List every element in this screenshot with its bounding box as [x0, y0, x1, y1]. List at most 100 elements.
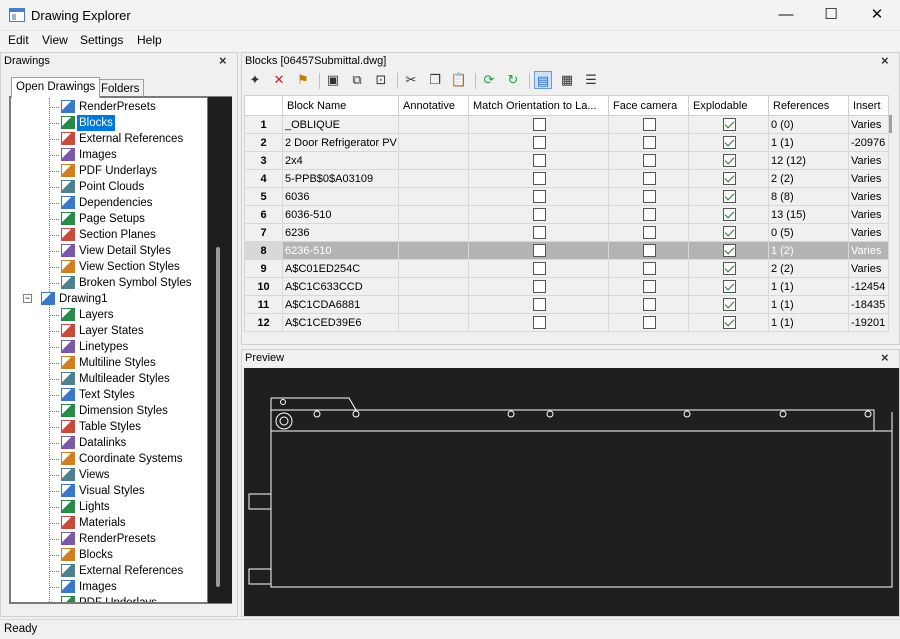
row-number[interactable]: 2: [244, 133, 283, 152]
explodable-checkbox[interactable]: [723, 190, 736, 203]
references-cell[interactable]: 2 (2): [768, 169, 849, 188]
column-header[interactable]: Annotative: [398, 95, 469, 116]
match-orientation-checkbox[interactable]: [533, 244, 546, 257]
table-row[interactable]: 9 A$C01ED254C 2 (2) Varies: [244, 259, 889, 278]
column-header[interactable]: Block Name: [282, 95, 399, 116]
face-camera-cell[interactable]: [608, 205, 689, 224]
row-number[interactable]: 11: [244, 295, 283, 314]
table-row[interactable]: 3 2x4 12 (12) Varies: [244, 151, 889, 170]
annotative-cell[interactable]: [398, 115, 469, 134]
refresh-icon[interactable]: ⟳: [480, 71, 498, 89]
explodable-checkbox[interactable]: [723, 280, 736, 293]
row-number[interactable]: 12: [244, 313, 283, 332]
insert-cell[interactable]: -20976: [848, 133, 889, 152]
table-row[interactable]: 6 6036-510 13 (15) Varies: [244, 205, 889, 224]
insert-icon[interactable]: ⧉: [348, 71, 366, 89]
menu-settings[interactable]: Settings: [80, 33, 123, 47]
face-camera-cell[interactable]: [608, 259, 689, 278]
menu-edit[interactable]: Edit: [8, 33, 29, 47]
references-cell[interactable]: 12 (12): [768, 151, 849, 170]
face-camera-checkbox[interactable]: [643, 118, 656, 131]
references-cell[interactable]: 1 (1): [768, 277, 849, 296]
annotative-cell[interactable]: [398, 313, 469, 332]
face-camera-checkbox[interactable]: [643, 154, 656, 167]
tree-scrollbar-thumb[interactable]: [216, 247, 220, 587]
table-row[interactable]: 4 5-PPB$0$A03109 2 (2) Varies: [244, 169, 889, 188]
copy-to-icon[interactable]: ⊡: [372, 71, 390, 89]
paste-icon[interactable]: 📋: [450, 71, 468, 89]
drawings-panel-close-icon[interactable]: ×: [219, 53, 227, 69]
match-orientation-cell[interactable]: [468, 205, 609, 224]
explodable-cell[interactable]: [688, 313, 769, 332]
match-orientation-cell[interactable]: [468, 295, 609, 314]
block-name-cell[interactable]: 6236: [282, 223, 399, 242]
match-orientation-cell[interactable]: [468, 151, 609, 170]
references-cell[interactable]: 0 (0): [768, 115, 849, 134]
face-camera-cell[interactable]: [608, 295, 689, 314]
match-orientation-checkbox[interactable]: [533, 262, 546, 275]
insert-cell[interactable]: Varies: [848, 187, 889, 206]
match-orientation-checkbox[interactable]: [533, 190, 546, 203]
tree-scrollbar[interactable]: [208, 97, 232, 603]
blocks-panel-close-icon[interactable]: ×: [881, 53, 889, 69]
insert-cell[interactable]: Varies: [848, 115, 889, 134]
annotative-cell[interactable]: [398, 277, 469, 296]
references-cell[interactable]: 1 (1): [768, 133, 849, 152]
explodable-cell[interactable]: [688, 115, 769, 134]
annotative-cell[interactable]: [398, 295, 469, 314]
match-orientation-cell[interactable]: [468, 133, 609, 152]
explodable-cell[interactable]: [688, 187, 769, 206]
table-view-icon[interactable]: ▤: [534, 71, 552, 89]
insert-cell[interactable]: -18435: [848, 295, 889, 314]
face-camera-cell[interactable]: [608, 223, 689, 242]
match-orientation-checkbox[interactable]: [533, 118, 546, 131]
table-row[interactable]: 10 A$C1C633CCD 1 (1) -12454: [244, 277, 889, 296]
face-camera-checkbox[interactable]: [643, 208, 656, 221]
face-camera-checkbox[interactable]: [643, 244, 656, 257]
table-row[interactable]: 8 6236-510 1 (2) Varies: [244, 241, 889, 260]
block-name-cell[interactable]: A$C1CED39E6: [282, 313, 399, 332]
match-orientation-checkbox[interactable]: [533, 298, 546, 311]
references-cell[interactable]: 2 (2): [768, 259, 849, 278]
face-camera-cell[interactable]: [608, 313, 689, 332]
face-camera-checkbox[interactable]: [643, 226, 656, 239]
drawing-tree[interactable]: RenderPresets Blocks External References Im…: [10, 97, 208, 603]
explodable-checkbox[interactable]: [723, 136, 736, 149]
block-name-cell[interactable]: A$C1CDA6881: [282, 295, 399, 314]
face-camera-checkbox[interactable]: [643, 316, 656, 329]
explodable-checkbox[interactable]: [723, 298, 736, 311]
explodable-cell[interactable]: [688, 205, 769, 224]
match-orientation-checkbox[interactable]: [533, 172, 546, 185]
explodable-cell[interactable]: [688, 169, 769, 188]
face-camera-checkbox[interactable]: [643, 172, 656, 185]
row-number[interactable]: 10: [244, 277, 283, 296]
insert-cell[interactable]: Varies: [848, 259, 889, 278]
match-orientation-cell[interactable]: [468, 169, 609, 188]
match-orientation-cell[interactable]: [468, 259, 609, 278]
minimize-button[interactable]: —: [763, 0, 809, 31]
explodable-cell[interactable]: [688, 241, 769, 260]
face-camera-checkbox[interactable]: [643, 136, 656, 149]
explodable-checkbox[interactable]: [723, 154, 736, 167]
cut-icon[interactable]: ✂: [402, 71, 420, 89]
column-header[interactable]: Match Orientation to La...: [468, 95, 609, 116]
match-orientation-cell[interactable]: [468, 115, 609, 134]
annotative-cell[interactable]: [398, 241, 469, 260]
row-number[interactable]: 3: [244, 151, 283, 170]
annotative-cell[interactable]: [398, 151, 469, 170]
row-number[interactable]: 5: [244, 187, 283, 206]
delete-icon[interactable]: ✕: [270, 71, 288, 89]
block-name-cell[interactable]: A$C01ED254C: [282, 259, 399, 278]
row-number[interactable]: 8: [244, 241, 283, 260]
face-camera-checkbox[interactable]: [643, 298, 656, 311]
face-camera-checkbox[interactable]: [643, 280, 656, 293]
annotative-cell[interactable]: [398, 259, 469, 278]
face-camera-cell[interactable]: [608, 241, 689, 260]
tab-folders[interactable]: Folders: [96, 79, 145, 97]
match-orientation-cell[interactable]: [468, 277, 609, 296]
table-row[interactable]: 1 _OBLIQUE 0 (0) Varies: [244, 115, 889, 134]
blocks-vertical-scrollbar[interactable]: [889, 115, 892, 133]
face-camera-cell[interactable]: [608, 133, 689, 152]
row-number[interactable]: 9: [244, 259, 283, 278]
row-number[interactable]: 4: [244, 169, 283, 188]
